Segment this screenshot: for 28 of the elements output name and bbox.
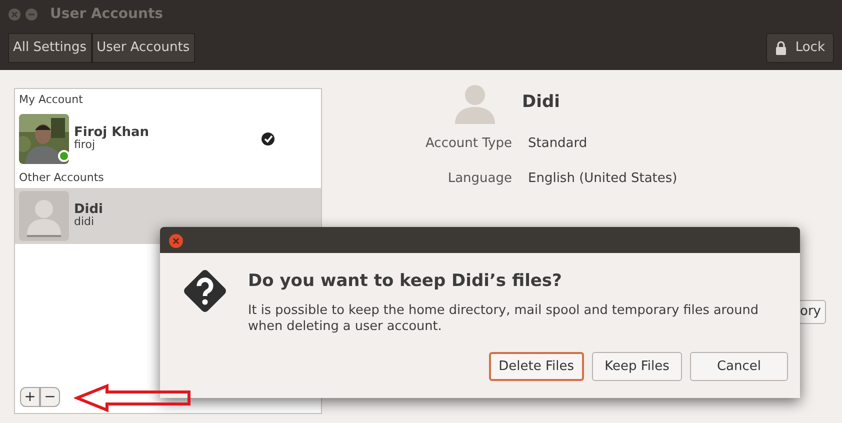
minimize-icon[interactable] bbox=[25, 8, 38, 21]
close-icon[interactable] bbox=[8, 8, 21, 21]
dialog-heading: Do you want to keep Didi’s files? bbox=[248, 270, 563, 293]
dialog-button[interactable]: Delete Files bbox=[488, 352, 584, 382]
breadcrumb-button[interactable]: User Accounts bbox=[92, 33, 195, 62]
account-name: Didi bbox=[74, 203, 104, 216]
remove-button[interactable]: − bbox=[40, 387, 60, 407]
field-value: Standard bbox=[528, 135, 588, 153]
dialog-message: It is possible to keep the home directory, mail spool and temporary files around when deleting a user account. bbox=[248, 302, 760, 336]
section-heading: Other Accounts bbox=[18, 170, 105, 186]
field-label: Account Type bbox=[426, 136, 512, 151]
field-label: Language bbox=[448, 171, 512, 186]
lock-button[interactable]: Lock bbox=[766, 33, 834, 62]
avatar-icon bbox=[19, 191, 69, 241]
account-row[interactable]: Firoj Khan firoj bbox=[15, 110, 321, 166]
account-username: didi bbox=[74, 216, 96, 229]
add-button[interactable]: + bbox=[20, 387, 40, 407]
dialog-button[interactable]: Cancel bbox=[690, 352, 788, 382]
account-username: firoj bbox=[74, 138, 95, 152]
window-title: User Accounts bbox=[50, 5, 163, 24]
section-heading: My Account bbox=[18, 92, 84, 108]
close-icon[interactable] bbox=[168, 233, 184, 250]
dialog-button[interactable]: Keep Files bbox=[592, 352, 682, 382]
account-name: Firoj Khan bbox=[74, 126, 150, 139]
field-value: English (United States) bbox=[528, 170, 678, 188]
lock-icon bbox=[775, 40, 788, 55]
breadcrumb-button[interactable]: All Settings bbox=[8, 33, 92, 62]
user-name: Didi bbox=[522, 91, 560, 114]
